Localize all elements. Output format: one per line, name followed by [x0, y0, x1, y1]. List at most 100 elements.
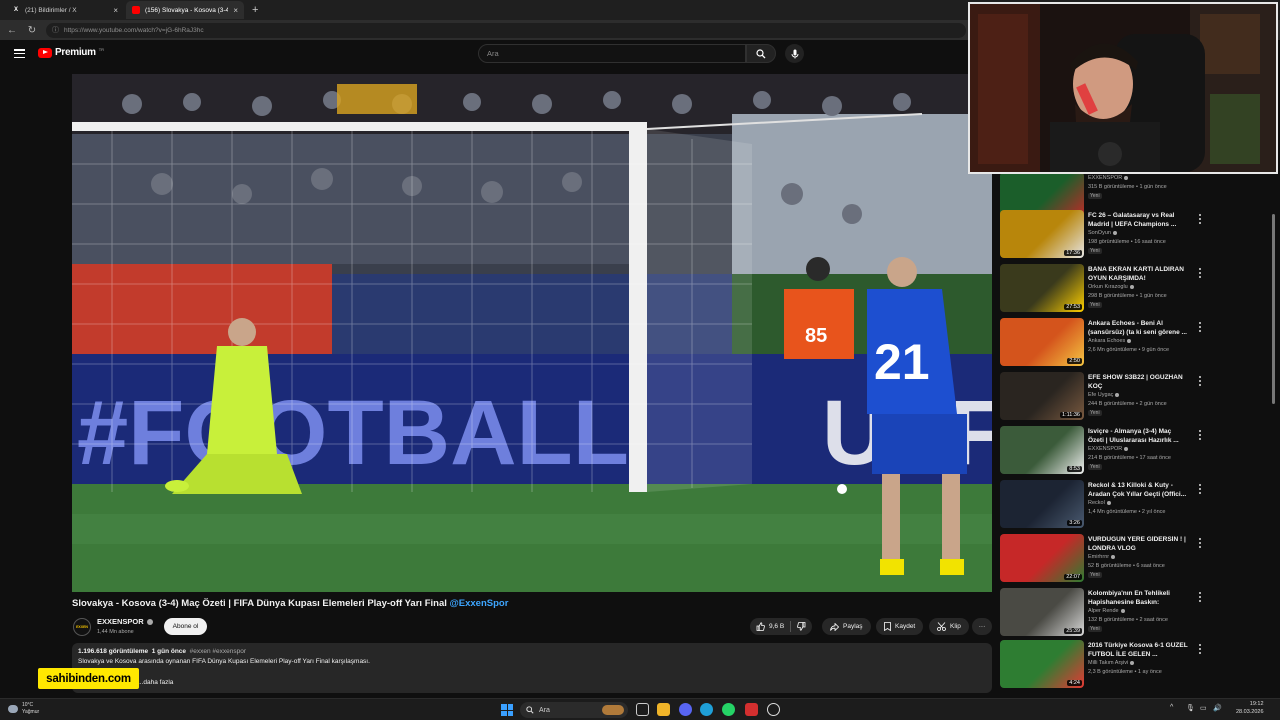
back-icon[interactable]: ←: [6, 25, 18, 36]
more-options-icon[interactable]: [1198, 214, 1202, 224]
taskbar-search[interactable]: Ara: [520, 702, 628, 718]
network-icon[interactable]: ▭: [1200, 704, 1207, 712]
more-options-icon[interactable]: [1198, 644, 1202, 654]
recommended-video-title[interactable]: İsviçre - Almanya (3-4) Maç Özeti | Ulus…: [1088, 428, 1188, 445]
discord-icon[interactable]: [679, 703, 692, 716]
weather-condition: Yağmur: [22, 708, 40, 715]
recommended-channel[interactable]: EXXENSPOR: [1088, 175, 1129, 181]
recommended-video[interactable]: 17:36 FC 26 – Galatasaray vs Real Madrid …: [1000, 210, 1268, 262]
recommended-video[interactable]: 3:26 Reckol & 13 Killoki & Kuty - Aradan …: [1000, 480, 1268, 532]
video-thumbnail[interactable]: 27:53: [1000, 264, 1084, 312]
close-tab-icon[interactable]: ×: [233, 6, 238, 15]
recommended-channel[interactable]: Orkun Kırazoglu: [1088, 284, 1134, 290]
video-thumbnail[interactable]: 4:24: [1000, 640, 1084, 688]
close-tab-icon[interactable]: ×: [113, 6, 118, 15]
recommended-video[interactable]: 1:11:36 EFE SHOW S3B22 | OĞUZHAN KOÇ Efe U…: [1000, 372, 1268, 424]
menu-icon[interactable]: [14, 49, 25, 58]
recommended-video-title[interactable]: 2016 Türkiye Kosova 6-1 GÜZEL FUTBOL İLE…: [1088, 642, 1188, 659]
save-button[interactable]: Kaydet: [876, 618, 924, 635]
tab-x-notifications[interactable]: X (21) Bildirimler / X ×: [6, 1, 124, 19]
more-options-icon[interactable]: [1198, 592, 1202, 602]
channel-name[interactable]: EXXENSPOR: [97, 617, 153, 626]
more-actions-button[interactable]: ···: [972, 618, 992, 635]
tab-youtube-video[interactable]: (156) Slovakya - Kosova (3-4) Maç ×: [126, 1, 244, 19]
more-options-icon[interactable]: [1198, 268, 1202, 278]
reload-icon[interactable]: ↻: [26, 25, 38, 36]
description-text: Slovakya ve Kosova arasında oynanan FIFA…: [78, 658, 370, 665]
recommended-channel[interactable]: Milli Takım Arşivi: [1088, 660, 1135, 666]
recommended-channel[interactable]: Alper Rende: [1088, 608, 1125, 614]
channel-avatar[interactable]: EXXEN: [73, 618, 91, 636]
recommended-video[interactable]: 27:53 BANA EKRAN KARTI ALDIRAN OYUN KARŞI…: [1000, 264, 1268, 316]
recommended-video[interactable]: 2:50 Ankara Echoes - Beni Al (sansürsüz) …: [1000, 318, 1268, 370]
recommended-video-title[interactable]: VURDUĞUN YERE GİDERSİN ! | LONDRA VLOG: [1088, 536, 1188, 553]
more-options-icon[interactable]: [1198, 538, 1202, 548]
video-thumbnail[interactable]: 17:36: [1000, 210, 1084, 258]
like-count: 9,6 B: [769, 623, 785, 630]
recommended-video-title[interactable]: FC 26 – Galatasaray vs Real Madrid | UEF…: [1088, 212, 1188, 229]
recommended-channel[interactable]: Reckol: [1088, 500, 1111, 506]
like-button[interactable]: 9,6 B: [756, 622, 784, 631]
new-tab-button[interactable]: +: [246, 4, 264, 16]
recommended-meta: 244 B görüntüleme • 2 gün önce: [1088, 401, 1167, 407]
recommended-channel[interactable]: Efe Uygaç: [1088, 392, 1120, 398]
recommended-channel-name: Reckol: [1088, 500, 1105, 506]
more-options-icon[interactable]: [1198, 430, 1202, 440]
video-thumbnail[interactable]: 25:39: [1000, 588, 1084, 636]
system-clock[interactable]: 19:12 28.03.2026: [1236, 701, 1264, 716]
edge-icon[interactable]: [700, 703, 713, 716]
clip-button[interactable]: Klip: [929, 618, 969, 635]
recommended-channel[interactable]: Ankara Echoes: [1088, 338, 1132, 344]
scrollbar-thumb[interactable]: [1272, 214, 1275, 404]
windows-start-icon[interactable]: [501, 704, 513, 716]
recommended-video[interactable]: 22:07 VURDUĞUN YERE GİDERSİN ! | LONDRA V…: [1000, 534, 1268, 586]
microphone-tray-icon[interactable]: 🎙: [1186, 704, 1195, 712]
scissors-icon: [937, 622, 946, 631]
recorder-icon[interactable]: [745, 703, 758, 716]
subscribe-button[interactable]: Abone ol: [164, 618, 207, 635]
tray-chevron-icon[interactable]: ^: [1170, 704, 1173, 711]
recommended-channel[interactable]: EXXENSPOR: [1088, 446, 1129, 452]
youtube-logo[interactable]: Premium TR: [38, 47, 104, 58]
recommended-channel[interactable]: Emirhrnr: [1088, 554, 1116, 560]
weather-widget[interactable]: 10°C Yağmur: [8, 702, 39, 715]
recommended-video-title[interactable]: Kolombiya'nın En Tehlikeli Hapishanesine…: [1088, 590, 1188, 607]
file-explorer-icon[interactable]: [657, 703, 670, 716]
video-player[interactable]: #FOOTBALL UEFA 85: [72, 74, 992, 592]
more-options-icon[interactable]: [1198, 484, 1202, 494]
volume-icon[interactable]: 🔊: [1213, 704, 1222, 712]
whatsapp-icon[interactable]: [722, 703, 735, 716]
recommended-video-title[interactable]: EFE SHOW S3B22 | OĞUZHAN KOÇ: [1088, 374, 1188, 391]
video-thumbnail[interactable]: 2:50: [1000, 318, 1084, 366]
more-options-icon[interactable]: [1198, 322, 1202, 332]
video-thumbnail[interactable]: 3:26: [1000, 480, 1084, 528]
recommended-video-title[interactable]: BANA EKRAN KARTI ALDIRAN OYUN KARŞIMDA!: [1088, 266, 1188, 283]
recommended-channel[interactable]: SonOyun: [1088, 230, 1117, 236]
share-button[interactable]: Paylaş: [822, 618, 871, 635]
bookmark-icon: [884, 622, 891, 631]
video-thumbnail[interactable]: 1:11:36: [1000, 372, 1084, 420]
site-info-icon[interactable]: ⓘ: [52, 25, 59, 35]
recommended-video[interactable]: 8:53 İsviçre - Almanya (3-4) Maç Özeti | …: [1000, 426, 1268, 478]
video-thumbnail[interactable]: 8:53: [1000, 426, 1084, 474]
show-more-link[interactable]: ...daha fazla: [138, 679, 173, 686]
hashtags[interactable]: #exxen #exxenspor: [190, 648, 246, 655]
address-bar[interactable]: ⓘ https://www.youtube.com/watch?v=jG-6hR…: [46, 22, 966, 38]
voice-search-button[interactable]: [785, 44, 804, 63]
sidebar-scrollbar[interactable]: [1271, 174, 1276, 694]
more-options-icon[interactable]: [1198, 376, 1202, 386]
channel-tag-link[interactable]: @ExxenSpor: [450, 598, 509, 609]
video-thumbnail[interactable]: 22:07: [1000, 534, 1084, 582]
task-view-icon[interactable]: [636, 703, 649, 716]
recommended-video-title[interactable]: Reckol & 13 Killoki & Kuty - Aradan Çok …: [1088, 482, 1188, 499]
search-input[interactable]: Ara: [478, 44, 746, 63]
search-button[interactable]: [746, 44, 776, 63]
thumbs-up-icon: [756, 622, 765, 631]
obs-icon[interactable]: [767, 703, 780, 716]
recommended-video[interactable]: 25:39 Kolombiya'nın En Tehlikeli Hapishan…: [1000, 588, 1268, 640]
description-box[interactable]: 1.196.618 görüntüleme 1 gün önce #exxen …: [72, 643, 992, 693]
recommended-video-title[interactable]: Ankara Echoes - Beni Al (sansürsüz) (ta …: [1088, 320, 1188, 337]
dislike-button[interactable]: [797, 622, 806, 631]
recommended-video[interactable]: 4:24 2016 Türkiye Kosova 6-1 GÜZEL FUTBOL…: [1000, 640, 1268, 692]
share-icon: [830, 622, 839, 631]
